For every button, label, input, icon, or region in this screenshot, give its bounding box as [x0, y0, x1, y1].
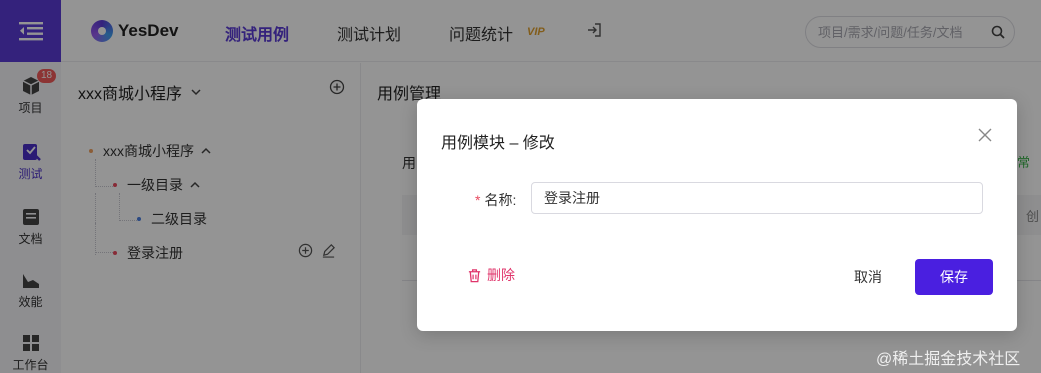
close-icon[interactable]	[977, 127, 993, 143]
name-label-text: 名称:	[484, 192, 517, 208]
name-field[interactable]	[531, 182, 983, 214]
watermark-text: @稀土掘金技术社区	[876, 351, 1021, 368]
dialog-title: 用例模块 – 修改	[441, 135, 555, 152]
delete-button[interactable]: 删除	[467, 265, 515, 285]
edit-module-dialog: 用例模块 – 修改 *名称: 删除 取消 保存	[417, 99, 1017, 331]
trash-icon	[468, 268, 481, 282]
delete-label: 删除	[487, 267, 515, 283]
name-field-label: * 名称:	[475, 190, 516, 210]
required-mark: *	[475, 192, 481, 208]
cancel-button[interactable]: 取消	[838, 259, 898, 295]
save-button[interactable]: 保存	[915, 259, 993, 295]
